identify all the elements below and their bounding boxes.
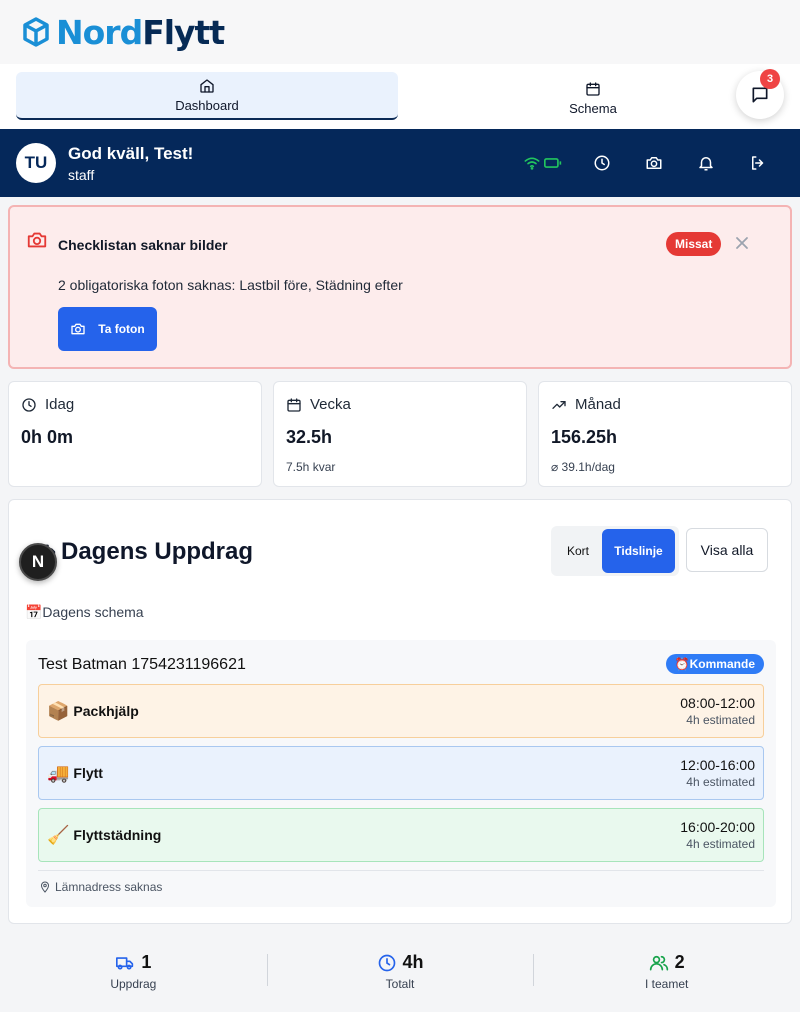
connection-status [524, 156, 562, 170]
toggle-timeline-view[interactable]: Tidslinje [602, 529, 675, 573]
alert-message: 2 obligatoriska foton saknas: Lastbil fö… [58, 277, 403, 293]
user-header: TU God kväll, Test! staff [0, 129, 800, 197]
summary-value: 2 [674, 952, 685, 972]
home-icon [200, 78, 214, 93]
stat-label: Månad [575, 396, 621, 413]
status-badge: Missat [666, 232, 722, 256]
header-actions [524, 154, 784, 172]
user-role: staff [68, 166, 95, 183]
brand-name-part1: Nord [56, 12, 143, 52]
brand-name-part2: Flytt [142, 12, 225, 52]
stat-subtext: 7.5h kvar [286, 460, 336, 474]
user-info: God kväll, Test! staff [68, 144, 193, 183]
stat-value: 156.25h [551, 427, 618, 447]
box-logo-icon [23, 17, 49, 47]
summary-total: 4h Totalt [266, 940, 534, 1012]
summary-assignments: 1 Uppdrag [0, 940, 267, 1012]
notifications-button[interactable] [680, 154, 732, 172]
section-title: Dagens Uppdrag [61, 538, 254, 565]
broom-icon: 🧹 [47, 824, 70, 845]
view-toggle: Kort Tidslinje [551, 526, 679, 576]
alert-title: Checklistan saknar bilder [58, 237, 228, 253]
task-moving[interactable]: 🚚 Flytt 12:00-16:00 4h estimated [38, 746, 764, 800]
camera-button[interactable] [628, 154, 680, 172]
task-name: Flyttstädning [73, 827, 162, 843]
summary-label: Totalt [385, 977, 415, 991]
clock-icon [378, 954, 395, 971]
top-nav: Dashboard Schema 3 [0, 64, 800, 129]
dev-tools-badge[interactable]: N [19, 543, 57, 581]
map-pin-icon [40, 881, 50, 893]
package-icon: 📦 [47, 700, 70, 721]
stat-subtext: ⌀ 39.1h/dag [551, 460, 615, 474]
camera-icon [646, 157, 662, 169]
task-time: 08:00-12:00 [680, 695, 755, 711]
take-photos-label: Ta foton [98, 322, 145, 336]
wifi-icon [524, 157, 540, 170]
summary-team: 2 I teamet [533, 940, 800, 1012]
stat-label: Idag [45, 396, 75, 413]
job-card[interactable]: Test Batman 1754231196621 ⏰Kommande 📦 Pa… [26, 640, 776, 907]
tab-schema-label: Schema [569, 100, 617, 116]
address-note: Lämnadress saknas [39, 880, 162, 894]
task-estimate: 4h estimated [686, 775, 755, 789]
address-note-text: Lämnadress saknas [55, 880, 163, 894]
job-title: Test Batman 1754231196621 [38, 656, 246, 673]
tab-schema[interactable]: Schema [402, 74, 784, 122]
task-name: Packhjälp [73, 703, 139, 719]
bell-icon [699, 157, 713, 171]
task-estimate: 4h estimated [686, 713, 755, 727]
summary-bar: 1 Uppdrag 4h Totalt 2 I teamet [0, 940, 800, 1012]
users-icon [649, 955, 668, 970]
missing-photos-alert: Checklistan saknar bilder Missat 2 oblig… [8, 205, 792, 369]
show-all-button[interactable]: Visa alla [686, 528, 768, 572]
task-time: 12:00-16:00 [680, 757, 755, 773]
brand-name: NordFlytt [56, 12, 225, 52]
take-photos-button[interactable]: Ta foton [58, 307, 157, 351]
chat-unread-badge: 3 [760, 69, 780, 89]
summary-label: I teamet [645, 977, 689, 991]
logo-bar: NordFlytt [0, 0, 800, 64]
clock-icon [22, 397, 36, 412]
camera-icon [71, 323, 85, 335]
tab-dashboard-label: Dashboard [175, 97, 239, 113]
calendar-icon [586, 81, 600, 96]
task-time: 16:00-20:00 [680, 819, 755, 835]
divider [38, 870, 764, 871]
tab-dashboard[interactable]: Dashboard [16, 72, 398, 120]
calendar-icon [287, 397, 301, 412]
greeting-text: God kväll, Test! [68, 143, 194, 163]
battery-icon [544, 158, 562, 168]
brand-logo[interactable]: NordFlytt [22, 12, 225, 52]
task-estimate: 4h estimated [686, 837, 755, 851]
task-cleaning[interactable]: 🧹 Flyttstädning 16:00-20:00 4h estimated [38, 808, 764, 862]
summary-value: 1 [141, 952, 152, 972]
camera-alert-icon [27, 232, 47, 248]
stat-card-month: Månad 156.25h ⌀ 39.1h/dag [538, 381, 792, 487]
stat-label: Vecka [310, 396, 351, 413]
stat-value: 32.5h [286, 427, 333, 447]
summary-value: 4h [402, 952, 424, 972]
stat-card-week: Vecka 32.5h 7.5h kvar [273, 381, 527, 487]
summary-label: Uppdrag [110, 977, 157, 991]
task-packing[interactable]: 📦 Packhjälp 08:00-12:00 4h estimated [38, 684, 764, 738]
schedule-label: 📅Dagens schema [25, 604, 144, 620]
task-name: Flytt [73, 765, 103, 781]
logout-icon [752, 156, 764, 170]
truck-icon [116, 956, 134, 970]
job-status-badge: ⏰Kommande [665, 654, 764, 674]
clock-button[interactable] [576, 154, 628, 172]
chat-button[interactable]: 3 [736, 69, 784, 119]
truck-icon: 🚚 [47, 762, 70, 783]
logout-button[interactable] [732, 154, 784, 172]
toggle-card-view[interactable]: Kort [555, 529, 601, 573]
trending-up-icon [552, 400, 566, 409]
close-icon[interactable] [735, 236, 749, 250]
clock-icon [594, 155, 610, 171]
avatar[interactable]: TU [16, 143, 56, 183]
stat-card-today: Idag 0h 0m [8, 381, 262, 487]
todays-assignments-card: Dagens Uppdrag N Kort Tidslinje Visa all… [8, 499, 792, 924]
stat-value: 0h 0m [21, 427, 74, 447]
